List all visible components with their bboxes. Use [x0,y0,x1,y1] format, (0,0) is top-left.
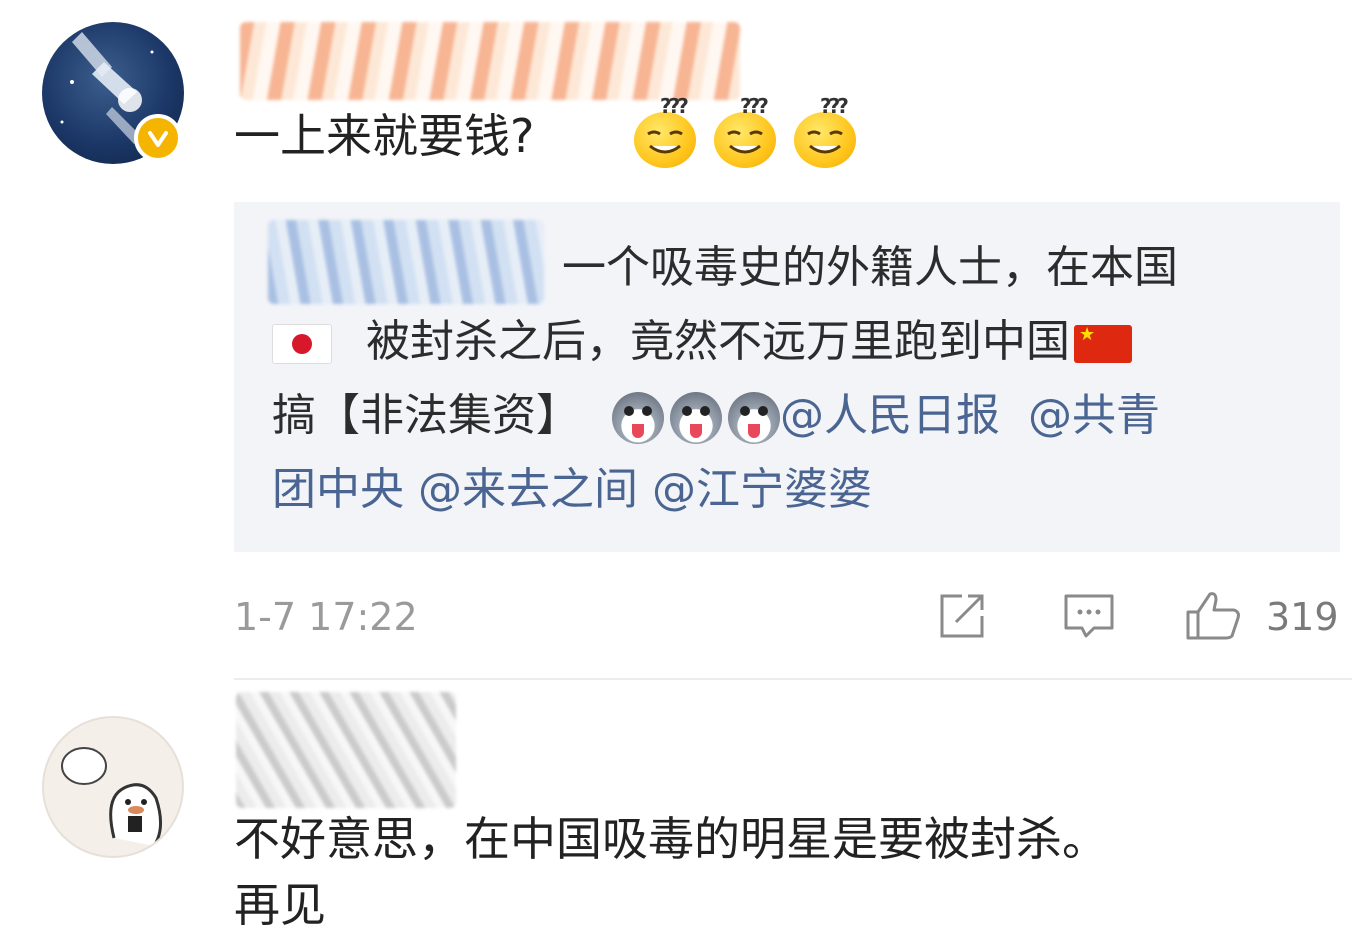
confused-smile-emoji-icon: ??? [714,94,780,170]
commenter-1-name-redacted[interactable] [240,22,740,100]
japan-flag-icon [272,324,332,364]
confused-smile-emoji-icon: ??? [794,94,860,170]
mention-link-gongqing-part-1[interactable]: @共青 [1028,390,1160,441]
thumbs-up-icon[interactable] [1184,588,1240,642]
comment-1-timestamp: 1-7 17:22 [234,595,418,639]
comment-divider [234,678,1352,680]
commenter-2-name-redacted[interactable] [236,692,456,808]
dog-face-emoji-icon [670,392,722,444]
china-flag-icon [1074,325,1132,363]
quoted-text-line-4-row: 团中央 @来去之间 @江宁婆婆 [272,460,872,520]
verified-badge-icon [134,114,182,162]
cat-sketch-avatar-image [61,718,182,847]
quoted-text-line-2: 被封杀之后，竟然不远万里跑到中国 [366,316,1070,367]
mention-link-renmin-ribao[interactable]: @人民日报 [780,390,1000,441]
mention-link-jiangning-popo[interactable]: @江宁婆婆 [652,464,872,515]
dog-face-emoji-icon [728,392,780,444]
comment-1-emoji-group: ??? ??? ??? [634,94,860,170]
comment-1-text: 一上来就要钱? [234,109,535,163]
mention-link-gongqing-part-2[interactable]: 团中央 [272,464,404,515]
quoted-text-line-1: 一个吸毒史的外籍人士，在本国 [562,242,1178,293]
dog-emoji-group [612,392,780,444]
quoted-author-name-redacted[interactable] [268,220,544,304]
quoted-text-line-3-prefix: 搞【非法集资】 [272,390,580,441]
share-icon[interactable] [936,588,990,642]
dog-face-emoji-icon [612,392,664,444]
quoted-text-line-2-row: 被封杀之后，竟然不远万里跑到中国 [272,312,1132,372]
comment-2-text: 不好意思，在中国吸毒的明星是要被封杀。 再见 [234,806,1334,938]
comment-2-text-line-2: 再见 [234,878,326,932]
like-count: 319 [1266,595,1339,639]
mention-link-laiqu-zhijian[interactable]: @来去之间 [418,464,638,515]
commenter-2-avatar[interactable] [42,716,184,858]
comment-2-text-line-1: 不好意思，在中国吸毒的明星是要被封杀。 [234,812,1108,866]
confused-smile-emoji-icon: ??? [634,94,700,170]
quoted-text-line-3-row: 搞【非法集资】 @人民日报 @共青 [272,386,1160,446]
comment-icon[interactable] [1062,588,1116,642]
